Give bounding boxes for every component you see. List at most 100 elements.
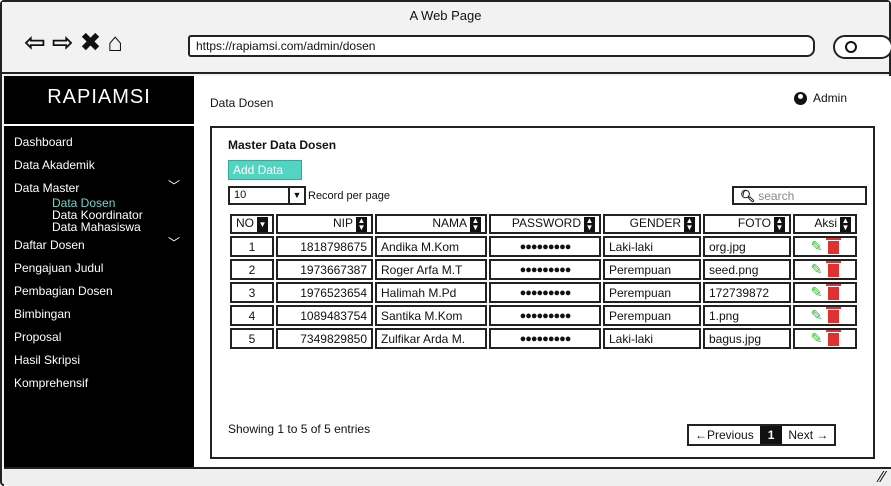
edit-icon[interactable]: ✎ [811,284,823,301]
browser-window: A Web Page ⇦ ⇨ ✖ ⌂ https://rapiamsi.com/… [0,0,891,486]
cell-nama: Zulfikar Arda M. [375,328,487,349]
browser-titlebar: A Web Page ⇦ ⇨ ✖ ⌂ https://rapiamsi.com/… [2,2,891,74]
window-title: A Web Page [409,8,482,23]
column-header-nip[interactable]: NIP ▲ ▼ [276,214,373,234]
per-page-control: 10 ▼ Record per page [228,186,390,205]
sort-icon: ▲ ▼ [774,215,785,232]
sort-icon: ▲ ▼ [584,215,595,232]
sidebar: RAPIAMSI Dashboard Data Akademik Data Ma… [4,76,194,467]
per-page-label: Record per page [308,189,390,202]
cell-password: ●●●●●●●●● [489,259,601,280]
trash-icon[interactable] [826,238,842,255]
cell-foto: bagus.jpg [703,328,791,349]
table-header-row: NO ▼ NIP ▲ ▼ NAMA ▲ ▼ PASSWORD ▲ ▼ GENDER ▲ ▼ FOT… [230,214,857,234]
cell-no: 3 [230,282,274,303]
address-bar[interactable]: https://rapiamsi.com/admin/dosen [188,35,815,57]
sidebar-item-pengajuan-judul[interactable]: Pengajuan Judul [14,260,184,283]
sort-icon: ▲ ▼ [840,215,851,232]
cell-no: 4 [230,305,274,326]
cell-aksi: ✎ [793,282,857,303]
trash-icon[interactable] [826,261,842,278]
cell-nip: 1973667387 [276,259,373,280]
sort-icon: ▲ ▼ [356,215,367,232]
sidebar-item-label: Daftar Dosen [14,238,85,252]
chevron-down-icon: ﹀ [167,179,180,193]
search-placeholder: search [758,188,795,203]
edit-icon[interactable]: ✎ [811,261,823,278]
cell-nama: Halimah M.Pd [375,282,487,303]
app-logo: RAPIAMSI [47,86,151,108]
next-button[interactable]: Next → [782,426,834,444]
column-header-no[interactable]: NO ▼ [230,214,274,234]
cell-password: ●●●●●●●●● [489,305,601,326]
search-icon: 🔍︎ [740,188,756,203]
resize-grip-icon[interactable]: ⁄⁄ [880,469,885,486]
search-input[interactable]: 🔍︎ search [732,186,867,205]
cell-no: 5 [230,328,274,349]
edit-icon[interactable]: ✎ [811,238,823,255]
table-row: 5 7349829850 Zulfikar Arda M. ●●●●●●●●● … [230,328,857,349]
trash-icon[interactable] [826,330,842,347]
trash-icon[interactable] [826,307,842,324]
sidebar-menu: Dashboard Data Akademik Data Master ﹀ Da… [14,134,184,398]
sort-icon: ▲ ▼ [684,215,695,232]
cell-no: 2 [230,259,274,280]
previous-button[interactable]: ←Previous [689,426,760,444]
card-title: Master Data Dosen [228,138,337,152]
sidebar-item-data-akademik[interactable]: Data Akademik [14,157,184,180]
cell-password: ●●●●●●●●● [489,328,601,349]
sidebar-item-dashboard[interactable]: Dashboard [14,134,184,157]
cell-nip: 1976523654 [276,282,373,303]
sidebar-item-daftar-dosen[interactable]: Daftar Dosen ﹀ [14,236,184,260]
column-header-password[interactable]: PASSWORD ▲ ▼ [489,214,601,234]
sidebar-item-proposal[interactable]: Proposal [14,329,184,352]
chevron-down-icon: ﹀ [167,236,180,250]
table-row: 1 1818798675 Andika M.Kom ●●●●●●●●● Laki… [230,236,857,257]
edit-icon[interactable]: ✎ [811,307,823,324]
per-page-select[interactable]: 10 [228,186,290,205]
cell-gender: Perempuan [603,259,701,280]
column-header-nama[interactable]: NAMA ▲ ▼ [375,214,487,234]
sidebar-item-bimbingan[interactable]: Bimbingan [14,306,184,329]
cell-aksi: ✎ [793,236,857,257]
forward-icon[interactable]: ⇨ [52,29,74,55]
home-icon[interactable]: ⌂ [107,29,123,55]
edit-icon[interactable]: ✎ [811,330,823,347]
cell-nip: 1089483754 [276,305,373,326]
nav-icons: ⇦ ⇨ ✖ ⌂ [24,29,123,55]
cell-nama: Santika M.Kom [375,305,487,326]
cell-aksi: ✎ [793,259,857,280]
cell-nama: Andika M.Kom [375,236,487,257]
sort-icon: ▲ ▼ [470,215,481,232]
data-card: Master Data Dosen Add Data 10 ▼ Record p… [210,126,875,459]
dropdown-arrow-icon[interactable]: ▼ [290,186,306,205]
sidebar-subitem-data-mahasiswa[interactable]: Data Mahasiswa [52,221,184,233]
table-row: 2 1973667387 Roger Arfa M.T ●●●●●●●●● Pe… [230,259,857,280]
cell-gender: Perempuan [603,282,701,303]
status-bar: ⁄⁄ [4,467,891,486]
page-button-1[interactable]: 1 [759,426,783,444]
back-icon[interactable]: ⇦ [24,29,46,55]
sidebar-item-komprehensif[interactable]: Komprehensif [14,375,184,398]
cell-foto: org.jpg [703,236,791,257]
cell-gender: Perempuan [603,305,701,326]
cell-no: 1 [230,236,274,257]
trash-icon[interactable] [826,284,842,301]
cell-gender: Laki-laki [603,328,701,349]
column-header-foto[interactable]: FOTO ▲ ▼ [703,214,791,234]
sidebar-item-data-master[interactable]: Data Master ﹀ [14,179,184,203]
cell-nip: 7349829850 [276,328,373,349]
browser-search-button[interactable] [833,35,891,59]
sidebar-item-hasil-skripsi[interactable]: Hasil Skripsi [14,352,184,375]
close-icon[interactable]: ✖ [80,29,102,55]
cell-nip: 1818798675 [276,236,373,257]
cell-foto: 1.png [703,305,791,326]
sidebar-item-pembagian-dosen[interactable]: Pembagian Dosen [14,283,184,306]
cell-password: ●●●●●●●●● [489,236,601,257]
column-header-gender[interactable]: GENDER ▲ ▼ [603,214,701,234]
user-menu[interactable]: Admin [794,91,847,105]
cell-aksi: ✎ [793,305,857,326]
cell-gender: Laki-laki [603,236,701,257]
column-header-aksi[interactable]: Aksi ▲ ▼ [793,214,857,234]
add-data-button[interactable]: Add Data [228,160,302,180]
